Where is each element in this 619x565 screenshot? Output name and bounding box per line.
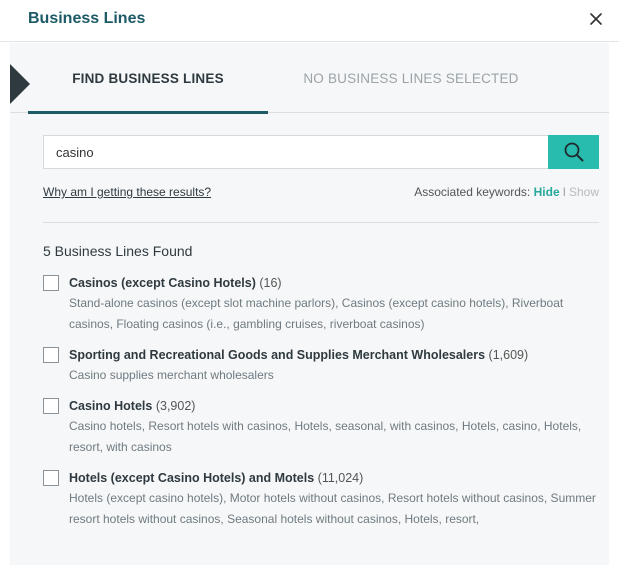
search-button[interactable]: [548, 135, 599, 169]
dialog-body: FIND BUSINESS LINES NO BUSINESS LINES SE…: [10, 43, 609, 565]
result-name: Casino Hotels: [69, 399, 153, 413]
find-content: Why am I getting these results? Associat…: [43, 135, 599, 541]
list-item: Hotels (except Casino Hotels) and Motels…: [43, 469, 599, 530]
results-info-row: Why am I getting these results? Associat…: [43, 185, 599, 223]
close-button[interactable]: [585, 8, 607, 30]
keywords-hide-link[interactable]: Hide: [534, 185, 560, 199]
result-checkbox[interactable]: [43, 470, 59, 486]
result-description: Stand-alone casinos (except slot machine…: [69, 296, 564, 331]
list-item: Casino Hotels (3,902) Casino hotels, Res…: [43, 397, 599, 458]
business-lines-dialog: Business Lines FIND BUSINESS LINES NO BU…: [0, 0, 619, 565]
dialog-header: Business Lines: [0, 0, 619, 42]
list-item: Sporting and Recreational Goods and Supp…: [43, 346, 599, 386]
result-name: Casinos (except Casino Hotels): [69, 276, 256, 290]
keywords-show-link[interactable]: Show: [569, 185, 599, 199]
search-input[interactable]: [43, 135, 548, 169]
result-description: Casino hotels, Resort hotels with casino…: [69, 419, 582, 454]
tab-find-business-lines[interactable]: FIND BUSINESS LINES: [28, 43, 268, 114]
result-description: Casino supplies merchant wholesalers: [69, 368, 274, 382]
results-list: Casinos (except Casino Hotels) (16) Stan…: [43, 274, 599, 530]
keywords-separator: I: [562, 185, 566, 199]
keywords-label: Associated keywords:: [414, 185, 531, 199]
search-icon: [564, 142, 583, 162]
result-count: (16): [259, 276, 282, 290]
dialog-title: Business Lines: [28, 10, 146, 27]
result-name: Sporting and Recreational Goods and Supp…: [69, 348, 486, 362]
close-icon: [590, 13, 602, 25]
result-title: Casino Hotels (3,902): [69, 397, 599, 416]
associated-keywords: Associated keywords: Hide I Show: [414, 185, 599, 199]
result-description: Hotels (except casino hotels), Motor hot…: [69, 491, 596, 526]
result-count: (1,609): [488, 348, 529, 362]
result-name: Hotels (except Casino Hotels) and Motels: [69, 471, 315, 485]
result-checkbox[interactable]: [43, 347, 59, 363]
results-count-heading: 5 Business Lines Found: [43, 243, 193, 259]
list-item: Casinos (except Casino Hotels) (16) Stan…: [43, 274, 599, 335]
result-checkbox[interactable]: [43, 275, 59, 291]
why-results-link[interactable]: Why am I getting these results?: [43, 185, 211, 199]
search-row: [43, 135, 599, 169]
tab-selected-business-lines[interactable]: NO BUSINESS LINES SELECTED: [268, 43, 554, 113]
tab-arrow-indicator: [10, 64, 30, 104]
result-count: (3,902): [155, 399, 196, 413]
result-title: Casinos (except Casino Hotels) (16): [69, 274, 599, 293]
result-title: Sporting and Recreational Goods and Supp…: [69, 346, 599, 365]
tab-bar: FIND BUSINESS LINES NO BUSINESS LINES SE…: [10, 43, 609, 114]
result-title: Hotels (except Casino Hotels) and Motels…: [69, 469, 599, 488]
result-checkbox[interactable]: [43, 398, 59, 414]
result-count: (11,024): [317, 471, 364, 485]
